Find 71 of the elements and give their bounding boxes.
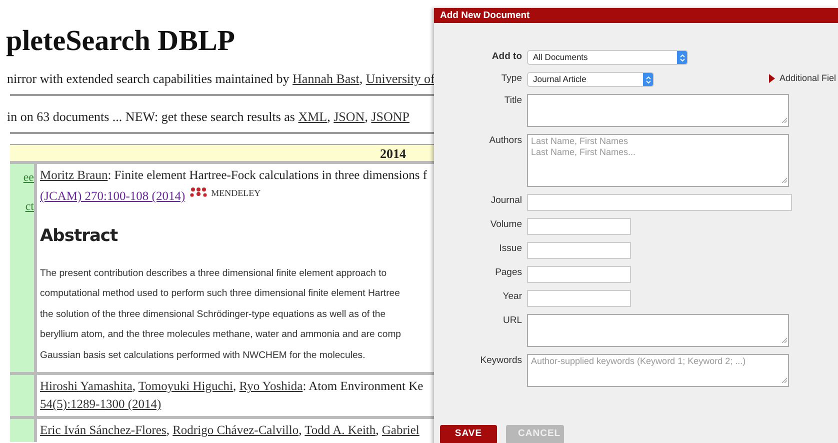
field-label: Year [502,290,522,304]
results-text: , [327,109,332,124]
save-button[interactable]: SAVE [440,425,497,443]
text-link[interactable]: Rodrigo Chávez-Calvillo [172,423,299,437]
entry-text: , [132,379,136,393]
field-label: Journal [490,194,522,208]
abstract-line: the solution of the three dimensional Schrödinger-type equations as well as of the [40,308,387,322]
results-text: in on 63 documents ... NEW: get these search results as [7,109,296,124]
additional-fields-link[interactable]: Additional Fiel [769,72,838,86]
text-link[interactable]: (JCAM) 270:100-108 (2014) [40,189,186,203]
intro-text: , [359,71,364,86]
side-cell [10,375,34,416]
abstract-line: Gaussian basis set calculations performed with NWCHEM for the molecules. [40,348,366,362]
field-label: Volume [489,218,522,232]
field-label: Authors [488,134,522,148]
field-label: Type [500,72,522,86]
text-link[interactable]: 54(5):1289-1300 (2014) [40,397,162,411]
field-label: Add to [490,50,522,64]
text-link[interactable]: XML [298,109,328,124]
text-link[interactable]: University of [366,71,435,86]
entry-text: : Finite element Hartree-Fock calculations in three dimensions f [108,168,428,182]
entry-text: , [166,423,170,437]
text-area[interactable] [527,314,789,347]
input-field[interactable] [527,194,792,211]
entry-text: , [298,423,303,437]
field-label: Issue [498,242,522,256]
text-link[interactable]: Hannah Bast [292,71,360,86]
text-link[interactable]: Ryo Yoshida [239,379,303,393]
field-label: Pages [494,266,522,280]
resize-handle-icon[interactable] [781,176,787,183]
up-down-arrows-icon[interactable] [680,54,684,62]
resize-handle-icon[interactable] [781,336,787,343]
text-area[interactable] [527,94,789,127]
entry-text: , [233,379,238,393]
text-link[interactable]: Gabriel [382,423,420,437]
abstract-heading: Abstract [40,225,119,248]
side-link[interactable]: ct [25,197,34,215]
side-cell [10,419,34,442]
input-field[interactable] [527,242,631,259]
input-field[interactable] [527,266,631,283]
abstract-line: computational method used to perform such three dimensional finite element Hartree [40,287,401,301]
abstract-line: beryllium atom, and the three molecules methane, water and ammonia and are comp [40,328,402,342]
dropdown[interactable]: All Documents [527,50,688,65]
side-link[interactable]: ee [23,168,34,186]
input-field[interactable] [527,218,631,235]
entry-text: , [376,423,380,437]
dots-icon[interactable] [190,187,208,197]
field-label: Keywords [479,354,522,368]
text-link[interactable]: JSON [334,109,365,124]
results-text: , [364,109,369,124]
dropdown[interactable]: Journal Article [527,72,654,87]
abstract-line: The present contribution describes a three dimensional finite element approach to [40,266,388,280]
mendeley-link[interactable]: MENDELEY [211,188,261,198]
field-label: Title [503,94,522,108]
input-field[interactable] [527,290,631,307]
entry-text: : Atom Environment Ke [302,379,424,393]
text-link[interactable]: Tomoyuki Higuchi [138,379,234,393]
text-link[interactable]: JSONP [371,109,410,124]
intro-text: nirror with extended search capabilities maintained by [7,71,290,86]
resize-handle-icon[interactable] [781,376,787,383]
up-down-arrows-icon[interactable] [646,76,650,84]
resize-handle-icon[interactable] [781,116,787,123]
page-title: pleteSearch DBLP [6,24,236,58]
text-link[interactable]: Moritz Braun [40,168,108,182]
dialog-title: Add New Document [434,8,838,23]
text-link[interactable]: Todd A. Keith [304,423,376,437]
field-label: URL [502,314,522,328]
caret-icon[interactable] [769,74,776,84]
year-header: 2014 [10,144,436,161]
text-link[interactable]: Hiroshi Yamashita [40,379,132,393]
text-link[interactable]: Eric Iván Sánchez-Flores [40,423,166,437]
